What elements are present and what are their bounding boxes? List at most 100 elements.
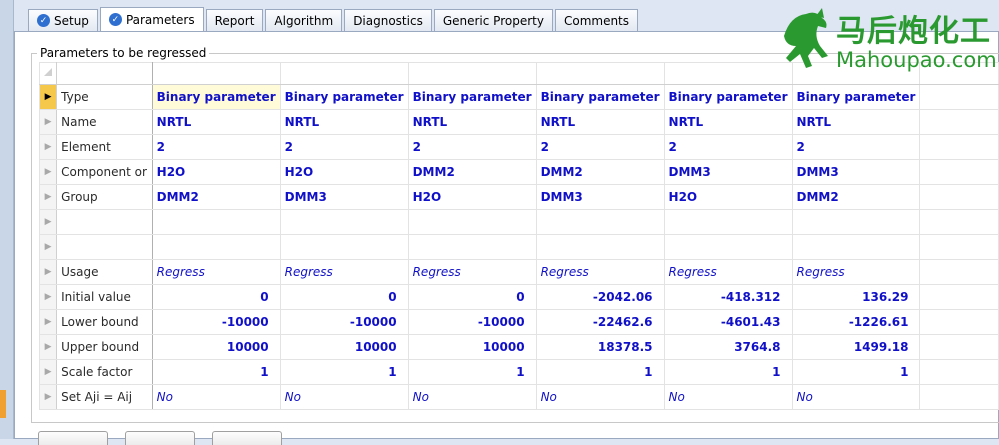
grid-cell[interactable]: No [407,384,537,410]
grid-cell[interactable]: 0 [151,284,281,310]
row-selector[interactable]: ▶ [38,284,58,310]
tab-report[interactable]: Report [205,9,264,31]
grid-cell[interactable]: DMM3 [663,159,793,185]
grid-corner[interactable] [38,62,58,85]
grid-cell[interactable]: -1226.61 [791,309,921,335]
grid-cell[interactable]: Binary parameter [407,84,537,110]
grid-cell[interactable]: -10000 [407,309,537,335]
grid-cell[interactable]: Regress [151,259,281,285]
grid-cell[interactable]: Regress [663,259,793,285]
grid-cell[interactable]: NRTL [791,109,921,135]
grid-cell[interactable]: 2 [791,134,921,160]
grid-cell[interactable]: Binary parameter [663,84,793,110]
grid-cell[interactable]: 10000 [279,334,409,360]
row-selector[interactable]: ▶ [38,259,58,285]
grid-cell[interactable]: 1 [791,359,921,385]
grid-cell[interactable]: 1 [535,359,665,385]
bottom-button-2[interactable] [125,431,195,445]
grid-cell[interactable]: 0 [407,284,537,310]
tab-algorithm[interactable]: Algorithm [265,9,343,31]
grid-cell[interactable]: H2O [407,184,537,210]
grid-cell[interactable]: Binary parameter [791,84,921,110]
grid-cell[interactable] [279,234,409,260]
grid-cell[interactable] [407,234,537,260]
grid-cell[interactable]: No [151,384,281,410]
row-selector[interactable]: ▶ [38,234,58,260]
grid-cell[interactable]: 2 [407,134,537,160]
grid-cell[interactable] [535,209,665,235]
grid-cell[interactable]: 3764.8 [663,334,793,360]
grid-cell[interactable]: -4601.43 [663,309,793,335]
grid-cell[interactable]: DMM2 [535,159,665,185]
grid-cell[interactable]: H2O [663,184,793,210]
row-selector[interactable]: ▶ [38,184,58,210]
column-header-3[interactable] [407,62,537,85]
grid-cell[interactable]: NRTL [663,109,793,135]
grid-cell[interactable]: NRTL [407,109,537,135]
grid-cell[interactable]: NRTL [535,109,665,135]
grid-cell[interactable]: 136.29 [791,284,921,310]
bottom-button-3[interactable] [212,431,282,445]
grid-cell[interactable]: 1 [151,359,281,385]
grid-cell[interactable]: 2 [663,134,793,160]
row-selector[interactable]: ▶ [38,159,58,185]
tab-setup[interactable]: ✓ Setup [28,9,98,31]
tab-parameters[interactable]: ✓ Parameters [99,7,204,31]
grid-cell[interactable]: 1499.18 [791,334,921,360]
grid-cell[interactable] [663,234,793,260]
current-row-marker-icon[interactable]: ▶ [38,84,58,110]
column-header-4[interactable] [535,62,665,85]
grid-cell[interactable]: DMM3 [535,184,665,210]
grid-cell[interactable] [407,209,537,235]
grid-cell[interactable]: NRTL [151,109,281,135]
tab-comments[interactable]: Comments [554,9,639,31]
grid-cell[interactable]: DMM3 [279,184,409,210]
grid-cell[interactable]: 1 [279,359,409,385]
grid-cell[interactable] [151,234,281,260]
grid-cell[interactable] [151,209,281,235]
grid-cell[interactable]: -10000 [151,309,281,335]
grid-cell[interactable]: No [535,384,665,410]
grid-cell[interactable]: Regress [407,259,537,285]
grid-cell[interactable]: No [791,384,921,410]
grid-cell[interactable]: DMM2 [407,159,537,185]
grid-cell[interactable]: Regress [535,259,665,285]
grid-cell[interactable] [663,209,793,235]
grid-cell[interactable]: -10000 [279,309,409,335]
column-header-1[interactable] [151,62,281,85]
grid-cell[interactable]: DMM3 [791,159,921,185]
grid-cell[interactable]: 2 [279,134,409,160]
grid-cell[interactable]: 0 [279,284,409,310]
row-selector[interactable]: ▶ [38,334,58,360]
grid-cell[interactable]: Binary parameter [151,84,281,110]
bottom-button-1[interactable] [38,431,108,445]
grid-cell[interactable]: DMM2 [791,184,921,210]
tab-generic-property[interactable]: Generic Property [433,9,553,31]
row-selector[interactable]: ▶ [38,384,58,410]
tab-diagnostics[interactable]: Diagnostics [344,9,432,31]
grid-cell[interactable]: -418.312 [663,284,793,310]
grid-cell[interactable] [791,209,921,235]
grid-cell[interactable]: No [663,384,793,410]
row-selector[interactable]: ▶ [38,209,58,235]
grid-cell[interactable]: 10000 [151,334,281,360]
grid-cell[interactable] [279,209,409,235]
row-selector[interactable]: ▶ [38,359,58,385]
grid-cell[interactable]: DMM2 [151,184,281,210]
row-selector[interactable]: ▶ [38,134,58,160]
grid-cell[interactable]: 1 [407,359,537,385]
column-header-5[interactable] [663,62,793,85]
grid-cell[interactable]: 18378.5 [535,334,665,360]
grid-cell[interactable]: No [279,384,409,410]
grid-cell[interactable]: 2 [535,134,665,160]
grid-cell[interactable]: Regress [791,259,921,285]
grid-cell[interactable]: H2O [151,159,281,185]
row-selector[interactable]: ▶ [38,109,58,135]
row-selector[interactable]: ▶ [38,309,58,335]
grid-cell[interactable] [791,234,921,260]
grid-cell[interactable]: 10000 [407,334,537,360]
column-header-2[interactable] [279,62,409,85]
grid-cell[interactable]: Binary parameter [535,84,665,110]
grid-cell[interactable]: H2O [279,159,409,185]
grid-cell[interactable]: -2042.06 [535,284,665,310]
